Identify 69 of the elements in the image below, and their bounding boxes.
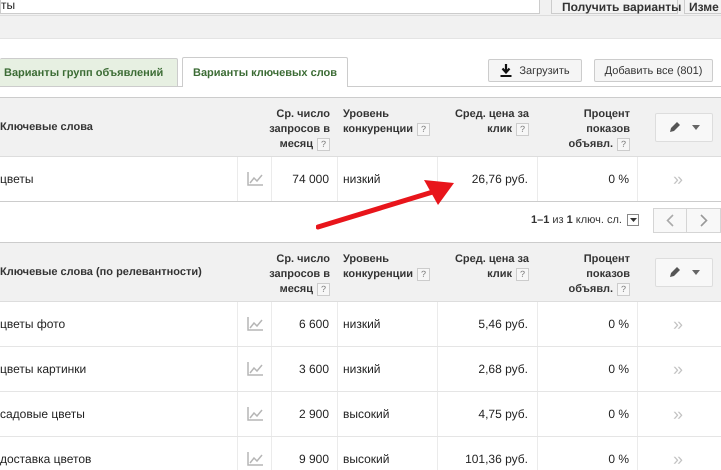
keyword-cell: цветы — [0, 172, 34, 186]
edit-columns-button[interactable] — [655, 258, 713, 286]
help-icon[interactable]: ? — [617, 282, 630, 296]
impression-share-cell: 0 % — [608, 172, 629, 186]
top-button[interactable]: Получить варианты — [551, 0, 678, 14]
cpc-cell: 101,36 руб. — [465, 452, 528, 466]
caret-icon — [630, 218, 636, 222]
searches-cell: 2 900 — [298, 407, 329, 421]
searches-cell: 6 600 — [298, 317, 329, 331]
help-icon[interactable]: ? — [617, 138, 630, 151]
column-header: Ср. число запросов в месяц ? — [269, 107, 330, 152]
cpc-cell: 26,76 руб. — [472, 172, 528, 186]
impression-share-cell: 0 % — [608, 452, 629, 466]
competition-cell: низкий — [343, 172, 380, 186]
impression-share-cell: 0 % — [608, 362, 629, 376]
column-header: Уровень конкуренции ? — [343, 107, 430, 137]
chevron-left-icon — [666, 214, 674, 226]
competition-cell: высокий — [343, 452, 390, 466]
trend-chart-icon[interactable] — [246, 407, 262, 421]
impression-share-cell: 0 % — [608, 407, 629, 421]
keyword-cell: цветы фото — [0, 317, 66, 331]
search-field[interactable]: ты — [0, 0, 540, 14]
trend-chart-icon[interactable] — [246, 452, 262, 466]
tab[interactable]: Варианты ключевых слов — [182, 57, 348, 87]
page-size-dropdown[interactable] — [627, 214, 639, 226]
searches-cell: 3 600 — [298, 362, 329, 376]
column-header: Уровень конкуренции ? — [343, 252, 430, 282]
keyword-cell: цветы картинки — [0, 362, 86, 376]
cpc-cell: 5,46 руб. — [478, 317, 528, 331]
help-icon[interactable]: ? — [317, 138, 330, 151]
column-header: Ср. число запросов в месяц ? — [269, 252, 330, 297]
competition-cell: высокий — [343, 407, 390, 421]
impression-share-cell: 0 % — [608, 317, 629, 331]
help-icon[interactable]: ? — [317, 282, 330, 296]
caret-icon — [692, 270, 700, 274]
edit-columns-button[interactable] — [655, 112, 713, 142]
keyword-cell: садовые цветы — [0, 407, 85, 421]
next-page-button[interactable] — [687, 208, 721, 232]
column-header: Процент показов объявл. ? — [568, 252, 630, 297]
previous-page-button[interactable] — [653, 208, 687, 232]
column-header: Сред. цена за клик ? — [454, 252, 529, 282]
help-icon[interactable]: ? — [416, 122, 430, 136]
help-icon[interactable]: ? — [416, 268, 430, 281]
column-header: Ключевые слова (по релевантности) — [0, 264, 202, 280]
competition-cell: низкий — [343, 362, 380, 376]
trend-chart-icon[interactable] — [246, 317, 262, 331]
download-button[interactable]: Загрузить — [488, 59, 582, 82]
caret-icon — [692, 124, 700, 130]
tab[interactable]: Варианты групп объявлений — [0, 58, 178, 86]
column-header: Процент показов объявл. ? — [568, 107, 630, 152]
download-icon — [500, 64, 512, 77]
competition-cell: низкий — [343, 317, 380, 331]
add-all-button[interactable]: Добавить все (801) — [594, 59, 713, 82]
pagination-text: 1–1 из 1 ключ. сл. — [530, 214, 622, 226]
column-header: Ключевые слова — [0, 120, 93, 134]
help-icon[interactable]: ? — [516, 268, 529, 281]
cpc-cell: 4,75 руб. — [478, 407, 528, 421]
trend-chart-icon[interactable] — [246, 172, 262, 186]
chevron-right-icon — [700, 214, 708, 226]
top-button[interactable]: Изме — [684, 0, 721, 14]
searches-cell: 9 900 — [298, 452, 329, 466]
pencil-icon — [668, 120, 682, 134]
trend-chart-icon[interactable] — [246, 362, 262, 376]
column-header: Сред. цена за клик ? — [454, 107, 529, 137]
help-icon[interactable]: ? — [516, 122, 529, 136]
pencil-icon — [668, 265, 682, 279]
searches-cell: 74 000 — [292, 172, 329, 186]
cpc-cell: 2,68 руб. — [478, 362, 528, 376]
keyword-cell: доставка цветов — [0, 452, 92, 466]
